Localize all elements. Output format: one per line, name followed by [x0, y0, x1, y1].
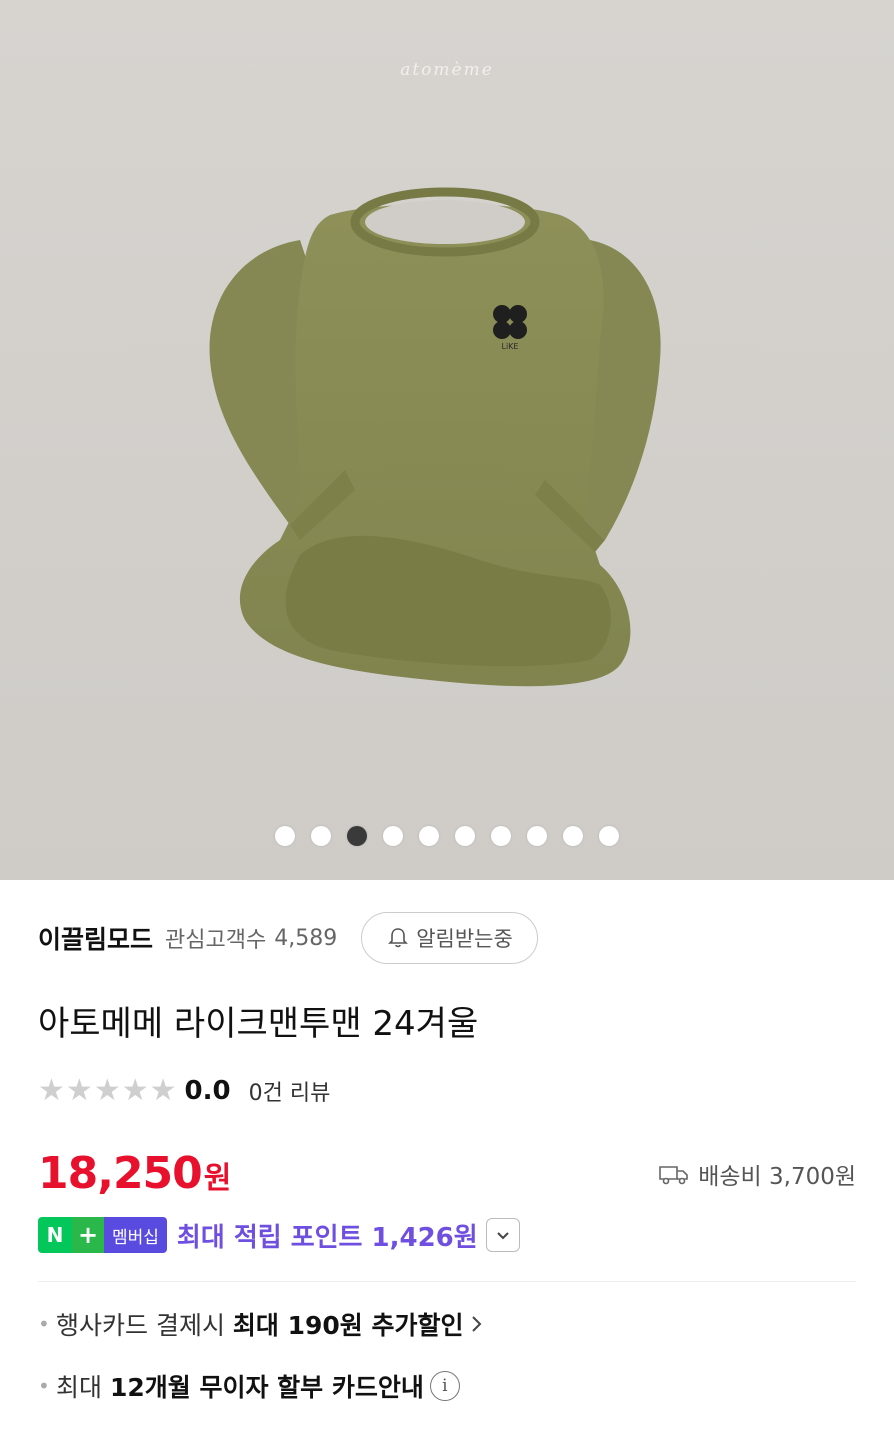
- card-discount-row[interactable]: • 행사카드 결제시 최대 190원 추가할인: [38, 1304, 856, 1344]
- carousel-dot[interactable]: [419, 826, 439, 846]
- price: 18,250원: [38, 1148, 231, 1199]
- star-icon: ★: [121, 1073, 149, 1108]
- price-row: 18,250원 배송비 3,700원: [38, 1143, 856, 1199]
- alarm-label: 알림받는중: [416, 927, 513, 951]
- badge-membership-label: 멤버십: [104, 1217, 167, 1253]
- naver-plus-membership-badge: N + 멤버십: [38, 1217, 167, 1253]
- installment-prefix: 최대: [56, 1373, 103, 1402]
- carousel-indicator[interactable]: [0, 826, 894, 846]
- max-points-text: 최대 적립 포인트 1,426원: [176, 1222, 478, 1253]
- star-icon: ★: [93, 1073, 121, 1108]
- carousel-dot[interactable]: [347, 826, 367, 846]
- chevron-down-icon: [496, 1232, 509, 1240]
- shipping-info: 배송비 3,700원: [658, 1157, 856, 1199]
- points-row[interactable]: N + 멤버십 최대 적립 포인트 1,426원: [38, 1215, 856, 1255]
- rating-stars: ★ ★ ★ ★ ★: [38, 1076, 177, 1106]
- logo-text: LiKE: [502, 342, 519, 351]
- price-value: 18,250: [38, 1148, 203, 1199]
- truck-icon: [659, 1166, 689, 1185]
- star-icon: ★: [149, 1073, 177, 1108]
- rating-value: 0.0: [184, 1076, 231, 1106]
- price-unit: 원: [203, 1161, 232, 1196]
- store-row: 이끌림모드 관심고객수 4,589 알림받는중: [38, 910, 856, 966]
- star-icon: ★: [65, 1073, 93, 1108]
- bullet-icon: •: [38, 1374, 50, 1398]
- product-image[interactable]: atomème LiKE: [0, 0, 894, 880]
- sweatshirt-image: LiKE: [209, 187, 661, 687]
- divider: [38, 1281, 856, 1282]
- carousel-dot[interactable]: [491, 826, 511, 846]
- carousel-dot[interactable]: [527, 826, 547, 846]
- carousel-dot[interactable]: [275, 826, 295, 846]
- star-icon: ★: [38, 1073, 65, 1108]
- follower-label: 관심고객수: [165, 928, 267, 953]
- bell-icon: [388, 928, 409, 948]
- badge-plus: +: [72, 1217, 104, 1253]
- carousel-dot[interactable]: [311, 826, 331, 846]
- points-expand-button[interactable]: [485, 1218, 520, 1252]
- carousel-dot[interactable]: [455, 826, 475, 846]
- info-icon[interactable]: i: [429, 1371, 460, 1401]
- alarm-button[interactable]: 알림받는중: [361, 912, 538, 964]
- installment-highlight: 12개월 무이자 할부 카드안내: [109, 1373, 424, 1402]
- carousel-dot[interactable]: [383, 826, 403, 846]
- card-discount-highlight: 최대 190원 추가할인: [232, 1311, 464, 1340]
- store-name[interactable]: 이끌림모드: [38, 920, 153, 956]
- carousel-dot[interactable]: [563, 826, 583, 846]
- badge-n: N: [38, 1217, 72, 1253]
- installment-row[interactable]: • 최대 12개월 무이자 할부 카드안내 i: [38, 1366, 856, 1406]
- bullet-icon: •: [38, 1312, 50, 1336]
- carousel-dot[interactable]: [599, 826, 619, 846]
- follower-count: 4,589: [274, 925, 338, 951]
- shipping-fee: 배송비 3,700원: [698, 1164, 856, 1190]
- card-discount-prefix: 행사카드 결제시: [56, 1311, 225, 1340]
- chevron-right-icon: [471, 1316, 481, 1332]
- rating-row[interactable]: ★ ★ ★ ★ ★ 0.0 0건 리뷰: [38, 1071, 856, 1111]
- review-count-link[interactable]: 0건 리뷰: [249, 1075, 331, 1107]
- product-title: 아토메메 라이크맨투맨 24겨울: [38, 1004, 479, 1044]
